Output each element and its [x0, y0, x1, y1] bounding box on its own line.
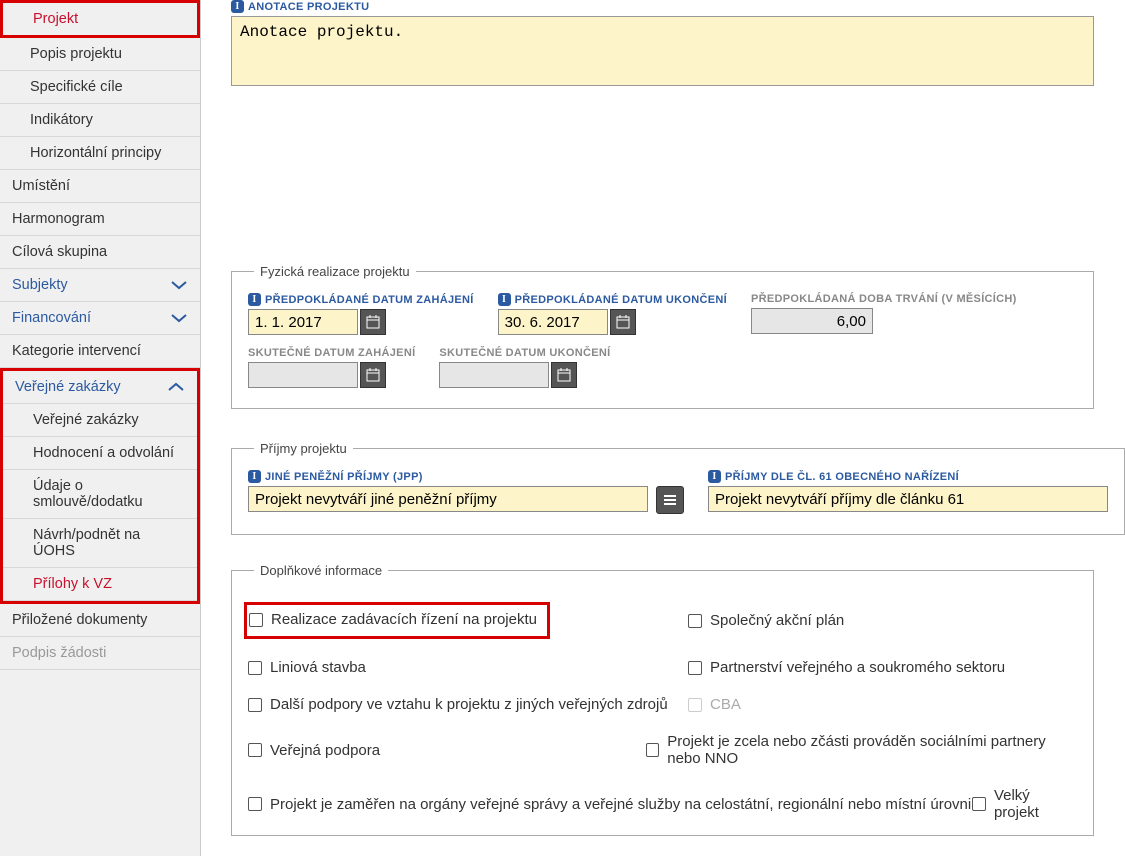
- label-liniova: Liniová stavba: [270, 659, 366, 676]
- sidebar-group-vz-highlight: Veřejné zakázky Veřejné zakázky Hodnocen…: [0, 368, 200, 604]
- sidebar-item-popis[interactable]: Popis projektu: [0, 38, 200, 71]
- info-icon: i: [498, 293, 511, 306]
- sidebar-item-horizont[interactable]: Horizontální principy: [0, 137, 200, 170]
- skut-uk-label: SKUTEČNÉ DATUM UKONČENÍ: [439, 347, 610, 359]
- legend-prijmy: Příjmy projektu: [254, 441, 353, 456]
- calendar-button[interactable]: [610, 309, 636, 335]
- label-verejna: Veřejná podpora: [270, 742, 380, 759]
- anotace-textarea[interactable]: Anotace projektu.: [231, 16, 1094, 86]
- main-content: i ANOTACE PROJEKTU Anotace projektu. Fyz…: [201, 0, 1125, 856]
- fieldset-prijmy: Příjmy projektu iJINÉ PENĚŽNÍ PŘÍJMY (JP…: [231, 441, 1125, 535]
- sidebar-item-umisteni[interactable]: Umístění: [0, 170, 200, 203]
- checkbox-spolecny[interactable]: [688, 614, 702, 628]
- label-spolecny: Společný akční plán: [710, 612, 844, 629]
- sidebar-item-navrh[interactable]: Návrh/podnět na ÚOHS: [3, 519, 197, 568]
- sidebar-item-harmonogram[interactable]: Harmonogram: [0, 203, 200, 236]
- sidebar-item-udaje[interactable]: Údaje o smlouvě/dodatku: [3, 470, 197, 519]
- label-dalsi: Další podpory ve vztahu k projektu z jin…: [270, 696, 668, 713]
- checkbox-dalsi[interactable]: [248, 698, 262, 712]
- sidebar-item-prilozene[interactable]: Přiložené dokumenty: [0, 604, 200, 637]
- checkbox-organy[interactable]: [248, 797, 262, 811]
- chevron-up-icon: [167, 381, 185, 393]
- sidebar-item-indikatory[interactable]: Indikátory: [0, 104, 200, 137]
- chevron-down-icon: [170, 312, 188, 324]
- checkbox-realizace[interactable]: [249, 613, 263, 627]
- legend-doplnkove: Doplňkové informace: [254, 563, 388, 578]
- zahajeni-input[interactable]: [248, 309, 358, 335]
- fieldset-doplnkove: Doplňkové informace Realizace zadávacích…: [231, 563, 1094, 836]
- info-icon: i: [248, 293, 261, 306]
- sidebar: Projekt Popis projektu Specifické cíle I…: [0, 0, 201, 856]
- label-partnerstvi: Partnerství veřejného a soukromého sekto…: [710, 659, 1005, 676]
- doba-input: [751, 308, 873, 334]
- sidebar-item-vz[interactable]: Veřejné zakázky: [3, 371, 197, 404]
- anotace-label: i ANOTACE PROJEKTU: [231, 0, 1125, 13]
- checkbox-liniova[interactable]: [248, 661, 262, 675]
- cl61-label: iPŘÍJMY DLE ČL. 61 OBECNÉHO NAŘÍZENÍ: [708, 470, 1108, 483]
- label-cba: CBA: [710, 696, 741, 713]
- info-icon: i: [708, 470, 721, 483]
- skut-uk-input[interactable]: [439, 362, 549, 388]
- sidebar-item-podpis[interactable]: Podpis žádosti: [0, 637, 200, 670]
- cl61-input[interactable]: [708, 486, 1108, 512]
- checkbox-cba: [688, 698, 702, 712]
- list-button[interactable]: [656, 486, 684, 514]
- checkbox-velky[interactable]: [972, 797, 986, 811]
- skut-zah-label: SKUTEČNÉ DATUM ZAHÁJENÍ: [248, 347, 415, 359]
- label-realizace: Realizace zadávacích řízení na projektu: [271, 611, 537, 628]
- ukonceni-label: iPŘEDPOKLÁDANÉ DATUM UKONČENÍ: [498, 293, 727, 306]
- sidebar-item-hodnoceni[interactable]: Hodnocení a odvolání: [3, 437, 197, 470]
- sidebar-item-cilova[interactable]: Cílová skupina: [0, 236, 200, 269]
- calendar-button[interactable]: [551, 362, 577, 388]
- calendar-button[interactable]: [360, 362, 386, 388]
- sidebar-item-prilohy-vz[interactable]: Přílohy k VZ: [3, 568, 197, 601]
- checkbox-socialni[interactable]: [646, 743, 659, 757]
- sidebar-item-projekt[interactable]: Projekt: [0, 0, 200, 38]
- jpp-label: iJINÉ PENĚŽNÍ PŘÍJMY (JPP): [248, 470, 648, 483]
- info-icon: i: [248, 470, 261, 483]
- calendar-button[interactable]: [360, 309, 386, 335]
- sidebar-item-kategorie[interactable]: Kategorie intervencí: [0, 335, 200, 368]
- checkbox-verejna[interactable]: [248, 743, 262, 757]
- fieldset-fyzicka: Fyzická realizace projektu iPŘEDPOKLÁDAN…: [231, 264, 1094, 409]
- zahajeni-label: iPŘEDPOKLÁDANÉ DATUM ZAHÁJENÍ: [248, 293, 474, 306]
- chevron-down-icon: [170, 279, 188, 291]
- legend-fyzicka: Fyzická realizace projektu: [254, 264, 416, 279]
- jpp-input[interactable]: [248, 486, 648, 512]
- label-socialni: Projekt je zcela nebo zčásti prováděn so…: [667, 733, 1077, 767]
- doba-label: PŘEDPOKLÁDANÁ DOBA TRVÁNÍ (V MĚSÍCÍCH): [751, 293, 1017, 305]
- sidebar-item-vz-sub[interactable]: Veřejné zakázky: [3, 404, 197, 437]
- highlight-realizace: Realizace zadávacích řízení na projektu: [244, 602, 550, 639]
- label-organy: Projekt je zaměřen na orgány veřejné spr…: [270, 796, 971, 813]
- info-icon: i: [231, 0, 244, 13]
- label-velky: Velký projekt: [994, 787, 1077, 821]
- sidebar-item-financovani[interactable]: Financování: [0, 302, 200, 335]
- checkbox-partnerstvi[interactable]: [688, 661, 702, 675]
- sidebar-item-cile[interactable]: Specifické cíle: [0, 71, 200, 104]
- sidebar-item-subjekty[interactable]: Subjekty: [0, 269, 200, 302]
- skut-zah-input[interactable]: [248, 362, 358, 388]
- ukonceni-input[interactable]: [498, 309, 608, 335]
